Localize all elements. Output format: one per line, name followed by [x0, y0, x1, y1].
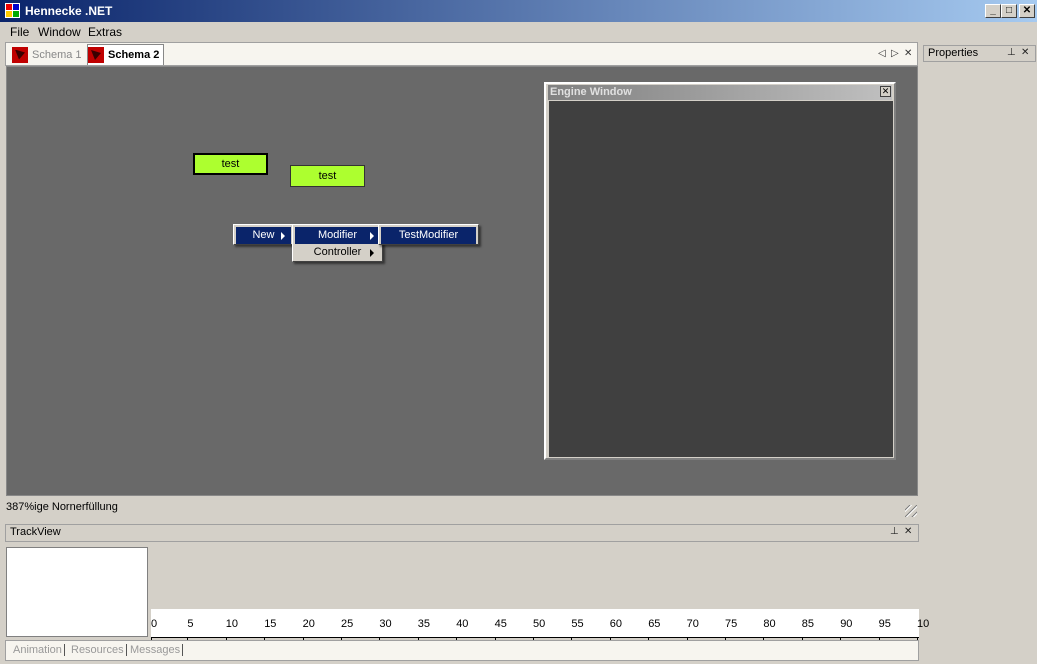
submenu-arrow-icon — [370, 232, 374, 240]
ruler-tick: 5 — [187, 618, 194, 643]
node-test-1[interactable]: test — [193, 153, 268, 175]
ruler-tick: 95 — [878, 618, 891, 643]
menu-file[interactable]: File — [10, 25, 29, 39]
menu-window[interactable]: Window — [38, 25, 81, 39]
close-tab-icon[interactable]: ✕ — [904, 48, 912, 59]
tab-schema-1[interactable]: Schema 1 — [12, 44, 82, 65]
ruler-tick: 55 — [571, 618, 584, 643]
properties-title: Properties — [928, 47, 979, 59]
scroll-right-icon[interactable]: ▷ — [891, 48, 899, 59]
maximize-button[interactable]: □ — [1001, 4, 1017, 18]
menu-item-label: Modifier — [317, 229, 358, 241]
trackview-title: TrackView — [10, 526, 61, 538]
pin-icon[interactable]: ⊥ — [890, 526, 899, 537]
tab-animation[interactable]: Animation — [13, 644, 65, 656]
tab-resources[interactable]: Resources — [71, 644, 127, 656]
menu-extras[interactable]: Extras — [88, 25, 122, 39]
ruler-tick: 0 — [151, 618, 158, 643]
tab-schema-2[interactable]: Schema 2 — [87, 44, 165, 65]
menu-item-modifier[interactable]: Modifier — [295, 227, 380, 244]
schema-icon — [12, 46, 28, 63]
ruler-tick: 60 — [609, 618, 623, 643]
menu-bar — [0, 22, 1037, 42]
minimize-button[interactable]: _ — [985, 4, 1001, 18]
ruler-tick: 80 — [763, 618, 776, 643]
new-submenu: Modifier Controller — [292, 224, 383, 262]
tab-messages[interactable]: Messages — [130, 644, 184, 656]
ruler-tick: 85 — [801, 618, 815, 643]
ruler-tick: 15 — [264, 618, 277, 643]
title-bar[interactable] — [0, 0, 1037, 22]
menu-item-label: Controller — [313, 246, 362, 258]
trackview-header — [5, 524, 919, 542]
tab-label: Schema 2 — [108, 49, 160, 61]
ruler-tick: 20 — [302, 618, 315, 643]
ruler-tick: 90 — [840, 618, 853, 643]
node-test-2[interactable]: test — [290, 165, 365, 187]
ruler-tick: 30 — [379, 618, 392, 643]
window-title: Hennecke .NET — [25, 4, 113, 18]
menu-item-label: New — [252, 229, 275, 241]
resize-grip[interactable] — [905, 505, 917, 517]
menu-item-testmodifier[interactable]: TestModifier — [381, 227, 476, 244]
app-icon — [5, 3, 20, 18]
submenu-arrow-icon — [281, 232, 285, 240]
pin-icon[interactable]: ⊥ — [1007, 47, 1016, 58]
status-text: 387%ige Nornerfüllung — [6, 501, 118, 513]
ruler-tick: 65 — [648, 618, 661, 643]
ruler-tick: 10 — [917, 618, 930, 643]
ruler-tick: 75 — [725, 618, 738, 643]
ruler-tick: 10 — [225, 618, 239, 643]
engine-window-title[interactable]: Engine Window — [548, 85, 892, 100]
tab-label: Schema 1 — [32, 48, 82, 61]
modifier-submenu: TestModifier — [378, 224, 479, 245]
timeline-ruler[interactable]: 0 5 10 15 20 25 30 35 40 45 50 55 60 65 70 75 80 85 90 95 10 — [151, 609, 929, 643]
ruler-tick: 25 — [341, 618, 354, 643]
schema-icon — [88, 47, 104, 63]
ruler-tick: 50 — [533, 618, 546, 643]
ruler-tick: 70 — [686, 618, 699, 643]
engine-close-icon[interactable]: ✕ — [880, 86, 891, 97]
ruler-tick: 45 — [494, 618, 507, 643]
context-menu: New — [233, 224, 294, 245]
submenu-arrow-icon — [370, 249, 374, 257]
ruler-tick: 40 — [456, 618, 469, 643]
menu-item-controller[interactable]: Controller — [295, 244, 380, 261]
close-icon[interactable]: ✕ — [904, 526, 912, 537]
track-list[interactable] — [6, 547, 148, 637]
engine-viewport[interactable] — [549, 101, 893, 457]
close-button[interactable]: ✕ — [1019, 4, 1035, 18]
close-icon[interactable]: ✕ — [1021, 47, 1029, 58]
scroll-left-icon[interactable]: ◁ — [878, 48, 886, 59]
ruler-tick: 35 — [417, 618, 431, 643]
menu-item-new[interactable]: New — [236, 227, 291, 244]
